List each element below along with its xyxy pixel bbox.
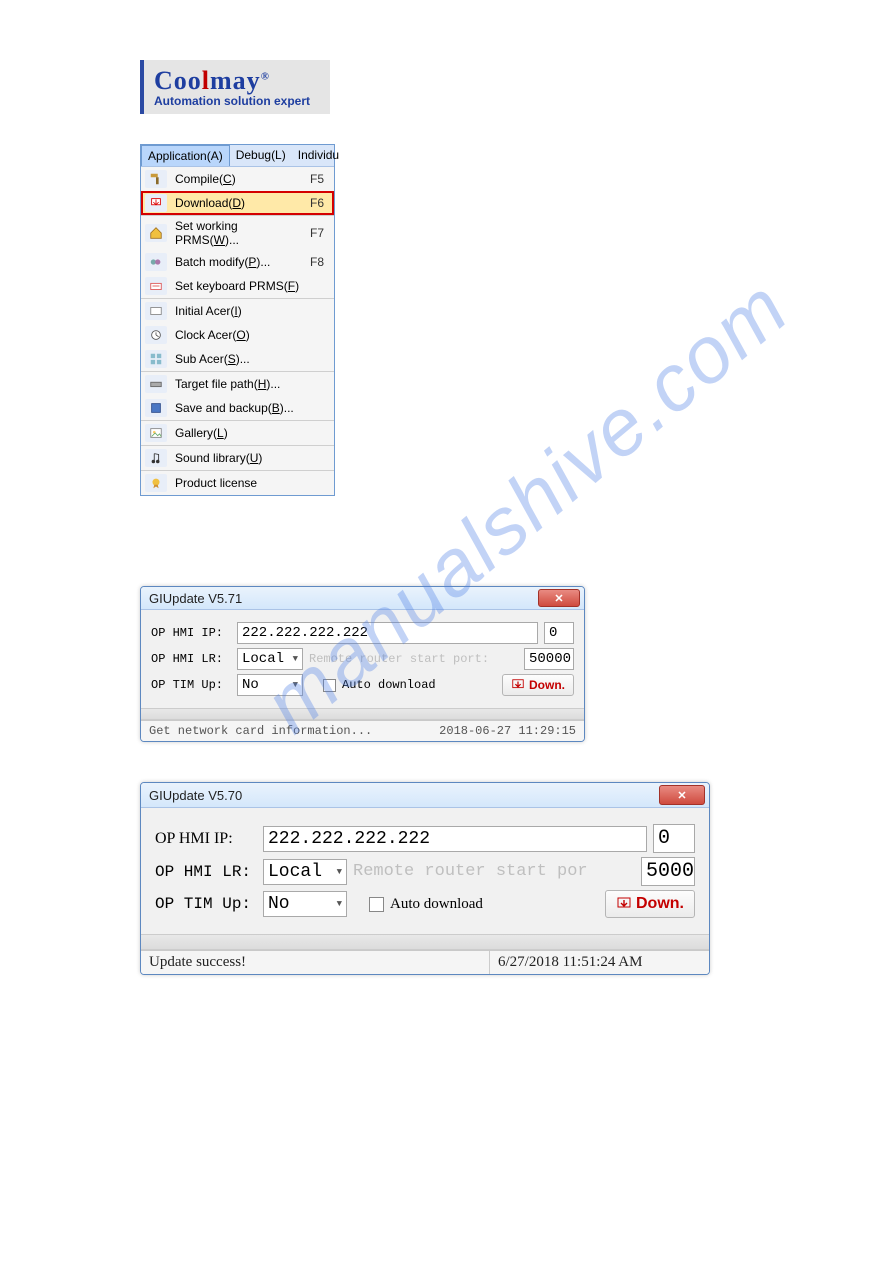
logo-subtitle: Automation solution expert — [154, 94, 310, 108]
tim-label: OP TIM Up: — [151, 678, 231, 692]
menu-item[interactable]: Sound library(U) — [141, 446, 334, 470]
menu-shortcut: F7 — [310, 226, 330, 240]
menu-item-label: Compile(C) — [175, 172, 302, 186]
card-icon — [145, 302, 167, 320]
status-text: Update success! — [141, 951, 489, 974]
ip-input[interactable]: 222.222.222.222 — [263, 826, 647, 852]
dropdown-menu: Application(A) Debug(L) Individu Compile… — [140, 144, 335, 496]
auto-download-checkbox[interactable] — [323, 679, 336, 692]
menubar: Application(A) Debug(L) Individu — [141, 145, 334, 167]
menu-item[interactable]: Sub Acer(S)... — [141, 347, 334, 371]
clock-icon — [145, 326, 167, 344]
menu-item[interactable]: Batch modify(P)... F8 — [141, 250, 334, 274]
ip-input[interactable]: 222.222.222.222 — [237, 622, 538, 644]
close-button[interactable]: ✕ — [538, 589, 580, 607]
menu-item[interactable]: Set keyboard PRMS(F) — [141, 274, 334, 298]
disk-icon — [145, 399, 167, 417]
remote-port-label: Remote router start port: — [309, 652, 518, 666]
menu-item-label: Set working PRMS(W)... — [175, 219, 302, 247]
close-button[interactable]: ✕ — [659, 785, 705, 805]
ip-num-input[interactable]: 0 — [653, 824, 695, 853]
giupdate-dialog-v571: GIUpdate V5.71 ✕ OP HMI IP: 222.222.222.… — [140, 586, 585, 742]
ip-label: OP HMI IP: — [151, 626, 231, 640]
download-icon — [145, 194, 167, 212]
batch-icon — [145, 253, 167, 271]
lr-select[interactable]: Local▼ — [237, 648, 303, 670]
menu-item[interactable]: Gallery(L) — [141, 421, 334, 445]
giupdate-dialog-v570: GIUpdate V5.70 ✕ OP HMI IP: 222.222.222.… — [140, 782, 710, 975]
auto-download-label: Auto download — [390, 896, 483, 913]
menu-shortcut: F5 — [310, 172, 330, 186]
license-icon — [145, 474, 167, 492]
music-icon — [145, 449, 167, 467]
hammer-icon — [145, 170, 167, 188]
auto-download-label: Auto download — [342, 678, 436, 692]
keyboard-icon — [145, 277, 167, 295]
menu-item[interactable]: Product license — [141, 471, 334, 495]
tim-select[interactable]: No▼ — [263, 891, 347, 917]
menu-item-label: Set keyboard PRMS(F) — [175, 279, 330, 293]
remote-port-input[interactable]: 5000 — [641, 857, 695, 886]
dialog2-title: GIUpdate V5.70 — [149, 788, 242, 803]
dialog1-title: GIUpdate V5.71 — [149, 591, 242, 606]
drive-icon — [145, 375, 167, 393]
logo-pre: Coo — [154, 66, 202, 95]
down-button[interactable]: Down. — [502, 674, 574, 696]
status-timestamp: 6/27/2018 11:51:24 AM — [489, 951, 709, 974]
menu-item[interactable]: Save and backup(B)... — [141, 396, 334, 420]
tim-select[interactable]: No▼ — [237, 674, 303, 696]
ip-label: OP HMI IP: — [155, 830, 257, 848]
menubar-tab-application[interactable]: Application(A) — [141, 145, 230, 166]
menu-item-label: Gallery(L) — [175, 426, 330, 440]
menu-item-label: Sound library(U) — [175, 451, 330, 465]
lr-select[interactable]: Local▼ — [263, 859, 347, 885]
image-icon — [145, 424, 167, 442]
menubar-tab-individual[interactable]: Individu — [292, 145, 345, 166]
remote-port-input[interactable]: 50000 — [524, 648, 574, 670]
menu-item-label: Save and backup(B)... — [175, 401, 330, 415]
logo-post: may — [210, 66, 261, 95]
home-icon — [145, 224, 167, 242]
menu-item-label: Batch modify(P)... — [175, 255, 302, 269]
menu-item-label: Product license — [175, 476, 330, 490]
menubar-tab-debug[interactable]: Debug(L) — [230, 145, 292, 166]
logo: Coolmay® Automation solution expert — [140, 60, 330, 114]
menu-item[interactable]: Download(D) F6 — [141, 191, 334, 215]
menu-item[interactable]: Set working PRMS(W)... F7 — [141, 216, 334, 250]
menu-shortcut: F8 — [310, 255, 330, 269]
menu-item[interactable]: Initial Acer(I) — [141, 299, 334, 323]
remote-port-label: Remote router start por — [353, 862, 635, 881]
logo-reg: ® — [261, 70, 270, 82]
auto-download-checkbox[interactable] — [369, 897, 384, 912]
menu-item-label: Sub Acer(S)... — [175, 352, 330, 366]
tim-label: OP TIM Up: — [155, 895, 257, 913]
menu-item-label: Target file path(H)... — [175, 377, 330, 391]
menu-item-label: Initial Acer(I) — [175, 304, 330, 318]
lr-label: OP HMI LR: — [151, 652, 231, 666]
logo-mid: l — [202, 66, 210, 95]
menu-item[interactable]: Clock Acer(O) — [141, 323, 334, 347]
status-timestamp: 2018-06-27 11:29:15 — [431, 721, 584, 741]
status-text: Get network card information... — [141, 721, 431, 741]
ip-num-input[interactable]: 0 — [544, 622, 574, 644]
grid-icon — [145, 350, 167, 368]
menu-item-label: Download(D) — [175, 196, 302, 210]
down-button[interactable]: Down. — [605, 890, 695, 918]
menu-item[interactable]: Compile(C) F5 — [141, 167, 334, 191]
menu-item-label: Clock Acer(O) — [175, 328, 330, 342]
lr-label: OP HMI LR: — [155, 863, 257, 881]
menu-item[interactable]: Target file path(H)... — [141, 372, 334, 396]
menu-shortcut: F6 — [310, 196, 330, 210]
